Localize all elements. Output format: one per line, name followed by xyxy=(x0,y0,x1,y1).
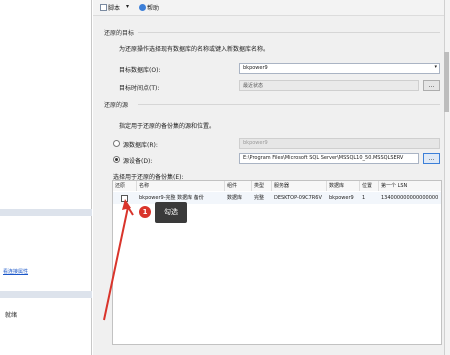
scrollbar-thumb[interactable] xyxy=(444,52,449,112)
annotation-label: 勾选 xyxy=(155,202,187,223)
annotation-number: 1 xyxy=(139,206,151,218)
arrow-line-upper xyxy=(103,206,129,321)
annotation-arrow xyxy=(103,199,134,321)
